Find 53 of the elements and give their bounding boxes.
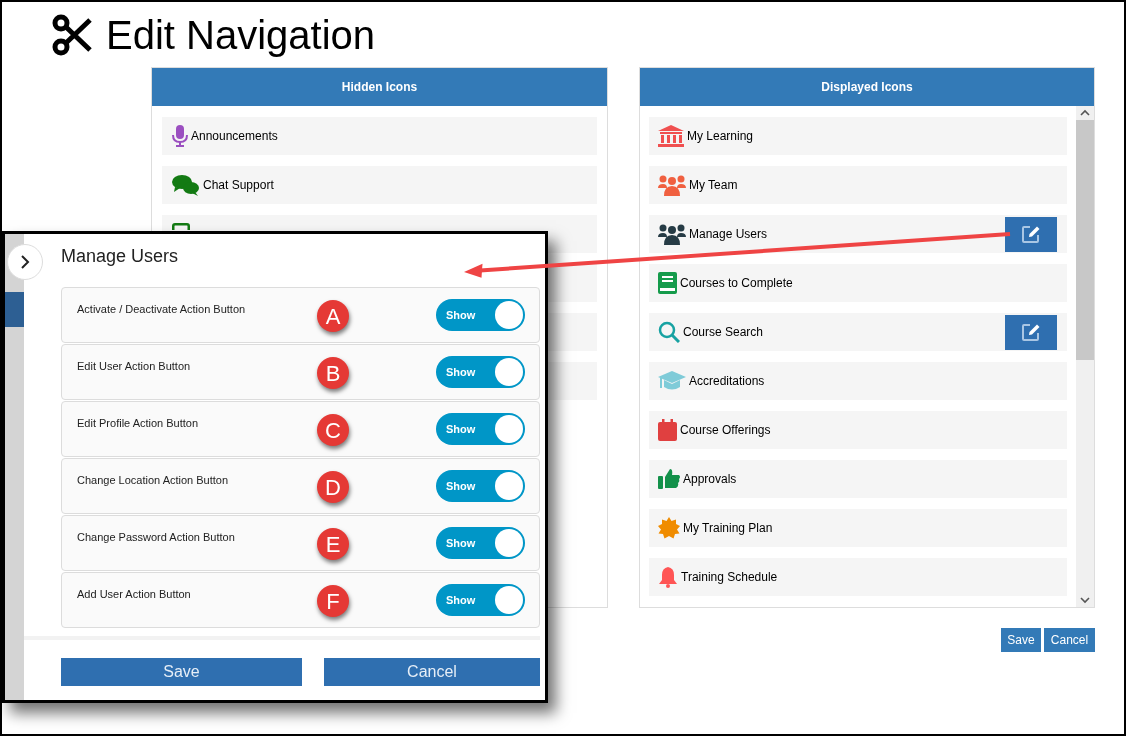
panel-header: Hidden Icons [152, 68, 607, 106]
callout-badge: D [317, 471, 349, 503]
callout-badge: C [317, 414, 349, 446]
thumbs-up-icon [658, 469, 680, 489]
scrollbar-thumb[interactable] [1076, 120, 1094, 360]
cancel-button[interactable]: Cancel [324, 658, 540, 686]
list-item[interactable]: Announcements [162, 117, 597, 155]
calendar-icon [658, 419, 677, 441]
search-icon [658, 321, 680, 343]
panel-header: Displayed Icons [640, 68, 1094, 106]
book-icon [658, 272, 677, 294]
setting-label: Edit Profile Action Button [77, 416, 200, 431]
list-item[interactable]: Manage Users [649, 215, 1067, 253]
scissors-icon [52, 14, 94, 56]
sunburst-icon [658, 517, 680, 539]
callout-badge: F [317, 585, 349, 617]
list-item[interactable]: My Team [649, 166, 1067, 204]
setting-label: Activate / Deactivate Action Button [77, 302, 247, 317]
setting-label: Add User Action Button [77, 587, 192, 602]
list-item[interactable]: Accreditations [649, 362, 1067, 400]
cancel-button[interactable]: Cancel [1044, 628, 1095, 652]
list-item[interactable]: Approvals [649, 460, 1067, 498]
dialog-title: Manage Users [61, 245, 180, 268]
scrollbar[interactable] [1076, 106, 1094, 607]
setting-label: Change Password Action Button [77, 530, 236, 545]
people-group-icon [658, 174, 686, 196]
expand-button[interactable] [7, 244, 43, 280]
list-item[interactable]: Course Offerings [649, 411, 1067, 449]
save-button[interactable]: Save [1001, 628, 1041, 652]
callout-badge: B [317, 357, 349, 389]
bank-icon [658, 125, 684, 147]
setting-label: Change Location Action Button [77, 473, 230, 488]
bell-icon [658, 566, 678, 588]
edit-icon [1021, 224, 1041, 244]
list-item[interactable]: Course Search [649, 313, 1067, 351]
page-title: Edit Navigation [106, 15, 376, 55]
list-item[interactable]: My Learning [649, 117, 1067, 155]
callout-badge: E [317, 528, 349, 560]
save-button[interactable]: Save [61, 658, 302, 686]
chat-bubbles-icon [172, 174, 200, 196]
chevron-right-icon [20, 255, 30, 269]
edit-button[interactable] [1005, 216, 1057, 252]
graduation-cap-icon [658, 371, 686, 391]
setting-label: Edit User Action Button [77, 359, 192, 374]
people-group-icon [658, 223, 686, 245]
callout-badge: A [317, 300, 349, 332]
list-item[interactable]: Training Schedule [649, 558, 1067, 596]
list-item[interactable]: Courses to Complete [649, 264, 1067, 302]
microphone-icon [172, 125, 188, 147]
list-item[interactable]: My Training Plan [649, 509, 1067, 547]
edit-icon [1021, 322, 1041, 342]
edit-button[interactable] [1005, 314, 1057, 350]
list-item[interactable]: Chat Support [162, 166, 597, 204]
